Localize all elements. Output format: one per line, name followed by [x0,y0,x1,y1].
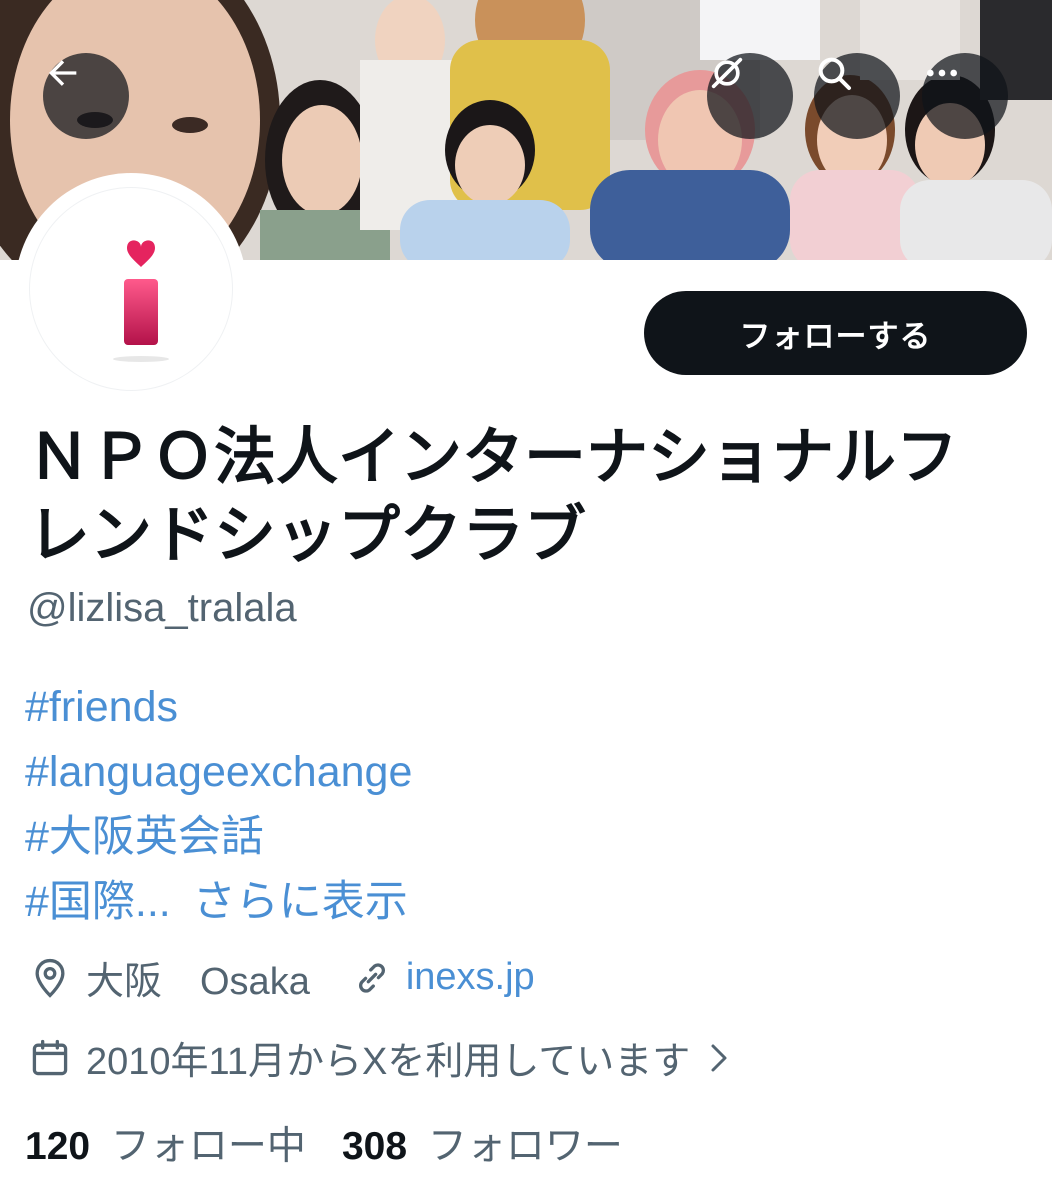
following-label: フォロー中 [110,1125,306,1168]
bio-hashtag[interactable]: #languageexchange [25,740,412,805]
following-stat[interactable]: 120 フォロー中 [25,1115,306,1171]
followers-stat[interactable]: 308 フォロワー [342,1115,623,1171]
arrow-left-icon [49,60,77,86]
chevron-right-icon [711,1044,727,1071]
following-count: 120 [25,1125,91,1168]
profile-meta-location: 大阪 Osaka inexs.jp [28,950,535,1005]
calendar-icon [32,1039,68,1075]
profile-avatar[interactable] [15,173,247,405]
search-button[interactable] [814,53,900,139]
website-link[interactable]: inexs.jp [406,956,535,999]
bio-last-line: #国際... さらに表示 [25,870,412,935]
bio-hashtag[interactable]: #大阪英会話 [25,805,412,870]
back-button[interactable] [43,53,129,139]
joined-date: 2010年11月からXを利用しています [86,1041,691,1083]
search-icon [818,57,851,90]
profile-handle: @lizlisa_tralala [27,586,297,630]
more-button[interactable] [922,53,1008,139]
link-icon [358,962,385,993]
display-name: ＮＰＯ法人インターナショナルフレンドシップクラブ [28,420,959,571]
avatar-image [29,187,233,391]
more-horizontal-icon [927,69,957,77]
bio-hashtag[interactable]: #friends [25,675,412,740]
profile-stats: 120 フォロー中 308 フォロワー [25,1115,623,1171]
location-text: 大阪 Osaka [86,961,310,1003]
followers-count: 308 [341,1125,408,1168]
show-more-link[interactable]: さらに表示 [193,878,408,926]
bio-hashtag[interactable]: #国際... [25,878,171,926]
avatar-logo [113,240,169,362]
grok-button[interactable] [707,53,793,139]
profile-bio: #friends #languageexchange #大阪英会話 #国際...… [25,675,412,935]
followers-label: フォロワー [427,1125,623,1168]
profile-meta-joined[interactable]: 2010年11月からXを利用しています [28,1030,734,1085]
grok-icon [711,57,743,89]
follow-button[interactable]: フォローする [644,291,1027,375]
location-pin-icon [35,958,65,998]
